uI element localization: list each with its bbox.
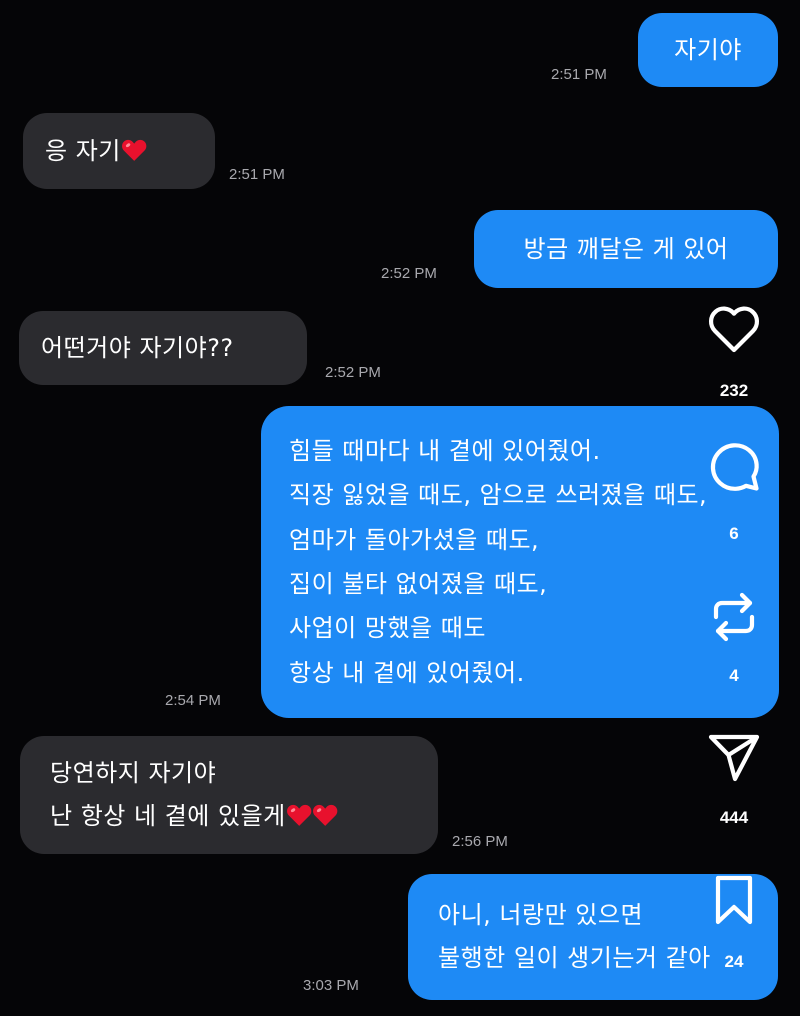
share-paper-plane-icon[interactable] <box>704 728 764 788</box>
heart-emoji-icon <box>286 803 312 827</box>
message-text: 방금 깨달은 게 있어 <box>523 234 729 263</box>
heart-emoji-icon <box>121 138 147 162</box>
message-timestamp: 2:52 PM <box>381 265 437 282</box>
sent-message-bubble: 자기야 <box>638 13 778 87</box>
message-line: 집이 불타 없어졌을 때도, <box>289 570 548 598</box>
message-line: 응 자기 <box>45 132 193 170</box>
message-line: 직장 잃었을 때도, 암으로 쓰러졌을 때도, <box>289 481 708 510</box>
message-timestamp: 2:56 PM <box>452 833 508 850</box>
message-line: 당연하지 자기야 <box>50 758 217 787</box>
message-text: 자기야 <box>674 35 742 64</box>
comment-count: 6 <box>729 524 739 543</box>
received-message-bubble: 어떤거야 자기야?? <box>19 311 307 385</box>
heart-emoji-icon <box>312 803 338 827</box>
message-text: 응 자기 <box>45 136 121 165</box>
message-line: 항상 내 곁에 있어줬어. <box>289 658 525 687</box>
message-text: 어떤거야 자기야?? <box>41 333 234 362</box>
received-message-bubble: 응 자기 <box>23 113 215 189</box>
message-timestamp: 2:52 PM <box>325 364 381 381</box>
like-heart-icon[interactable] <box>704 300 764 360</box>
message-line: 사업이 망했을 때도 <box>289 614 486 643</box>
message-text: 난 항상 네 곁에 있을게 <box>50 802 286 830</box>
message-timestamp: 2:54 PM <box>165 692 221 709</box>
sent-message-bubble: 방금 깨달은 게 있어 <box>474 210 778 288</box>
message-line: 힘들 때마다 내 곁에 있어줬어. <box>289 436 601 465</box>
like-count: 232 <box>719 381 749 400</box>
message-line: 엄마가 돌아가셨을 때도, <box>289 525 540 554</box>
bookmark-icon[interactable] <box>704 870 764 930</box>
comment-icon[interactable] <box>704 437 764 497</box>
repost-count: 4 <box>729 666 739 685</box>
received-message-bubble: 당연하지 자기야 난 항상 네 곁에 있을게 <box>20 736 438 854</box>
message-timestamp: 3:03 PM <box>303 977 359 994</box>
message-timestamp: 2:51 PM <box>229 166 285 183</box>
repost-icon[interactable] <box>704 587 764 647</box>
message-line: 난 항상 네 곁에 있을게 <box>50 795 416 838</box>
bookmark-count: 24 <box>724 952 744 971</box>
share-count: 444 <box>719 808 749 827</box>
message-timestamp: 2:51 PM <box>551 66 607 83</box>
